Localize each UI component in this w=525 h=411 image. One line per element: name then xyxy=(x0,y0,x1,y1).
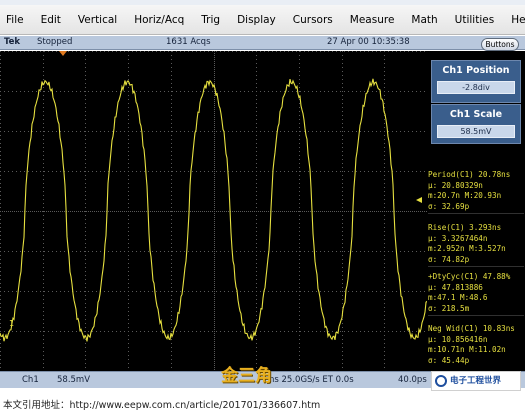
ch1-scale-value[interactable]: 58.5mV xyxy=(437,125,515,138)
menu-display[interactable]: Display xyxy=(237,14,276,26)
timebase-readout[interactable]: ns 25.0GS/s ET 0.0s xyxy=(269,375,354,385)
menu-cursors[interactable]: Cursors xyxy=(293,14,333,26)
menu-help[interactable]: Help xyxy=(511,14,525,26)
meas-head: Rise(C1) 3.293ns xyxy=(428,223,502,232)
meas-line: m:2.952n M:3.527n xyxy=(428,244,506,253)
menu-measure[interactable]: Measure xyxy=(350,14,395,26)
channel-label[interactable]: Ch1 xyxy=(22,375,39,385)
meas-line: µ: 3.3267464n xyxy=(428,233,488,243)
meas-line: µ: 20.80329n xyxy=(428,180,483,190)
buttons-toggle-button[interactable]: Buttons xyxy=(481,38,519,51)
menu-file[interactable]: File xyxy=(6,14,24,26)
eeworld-logo-icon xyxy=(435,375,447,387)
meas-line: m:47.1 M:48.6 xyxy=(428,293,488,302)
trigger-level-marker xyxy=(416,197,422,203)
waveform-display[interactable]: 1 xyxy=(0,51,427,371)
ch1-trace xyxy=(0,78,427,342)
watermark-text: 金三角 xyxy=(221,366,272,386)
eeworld-logo-text: 电子工程世界 xyxy=(450,376,502,386)
acq-count: 1631 Acqs xyxy=(166,37,211,47)
meas-line: m:10.71n M:11.02n xyxy=(428,345,506,354)
measurement-rise: Rise(C1) 3.293ns µ: 3.3267464n m:2.952n … xyxy=(428,223,524,267)
acq-state: Stopped xyxy=(37,37,73,47)
meas-line: µ: 47.813886 xyxy=(428,282,483,292)
status-bar: Tek Stopped 1631 Acqs 27 Apr 00 10:35:38 xyxy=(0,36,525,50)
meas-line: σ: 74.82p xyxy=(428,254,470,264)
datetime-label: 27 Apr 00 10:35:38 xyxy=(327,37,410,47)
right-panel: Ch1 Position -2.8div Ch1 Scale 58.5mV Pe… xyxy=(427,51,525,371)
menu-edit[interactable]: Edit xyxy=(41,14,61,26)
brand-label: Tek xyxy=(4,37,21,47)
menu-vertical[interactable]: Vertical xyxy=(78,14,117,26)
menu-trig[interactable]: Trig xyxy=(201,14,220,26)
ch1-position-value[interactable]: -2.8div xyxy=(437,81,515,94)
meas-line: µ: 10.856416n xyxy=(428,334,488,344)
channel-scale[interactable]: 58.5mV xyxy=(57,375,90,385)
menu-math[interactable]: Math xyxy=(411,14,437,26)
measurement-duty-cycle: +DtyCyc(C1) 47.88% µ: 47.813886 m:47.1 M… xyxy=(428,272,524,316)
meas-head: Neg Wid(C1) 10.83ns xyxy=(428,324,515,333)
ch1-scale-control[interactable]: Ch1 Scale 58.5mV xyxy=(431,104,521,144)
measurement-neg-width: Neg Wid(C1) 10.83ns µ: 10.856416n m:10.7… xyxy=(428,324,524,366)
meas-line: m:20.7n M:20.93n xyxy=(428,191,502,200)
eeworld-logo: 电子工程世界 xyxy=(431,371,521,391)
meas-head: +DtyCyc(C1) 47.88% xyxy=(428,272,511,281)
meas-head: Period(C1) 20.78ns xyxy=(428,170,511,179)
meas-line: σ: 32.69p xyxy=(428,201,470,211)
ch1-position-title: Ch1 Position xyxy=(442,65,510,76)
trigger-position-marker xyxy=(59,51,67,56)
menu-horiz-acq[interactable]: Horiz/Acq xyxy=(134,14,184,26)
menu-bar: File Edit Vertical Horiz/Acq Trig Displa… xyxy=(0,5,525,35)
menu-utilities[interactable]: Utilities xyxy=(455,14,495,26)
waveform-graticule: 1 xyxy=(0,51,427,371)
ch1-ground-marker: 1 xyxy=(9,319,14,328)
graticule-grid xyxy=(0,51,427,371)
measurement-period: Period(C1) 20.78ns µ: 20.80329n m:20.7n … xyxy=(428,170,524,214)
ch1-scale-title: Ch1 Scale xyxy=(449,109,503,120)
source-caption: 本文引用地址：http://www.eepw.com.cn/article/20… xyxy=(3,400,321,411)
meas-line: σ: 218.5m xyxy=(428,303,470,313)
ch1-position-control[interactable]: Ch1 Position -2.8div xyxy=(431,60,521,103)
time-resolution: 40.0ps xyxy=(398,375,427,385)
meas-line: σ: 45.44p xyxy=(428,355,470,365)
